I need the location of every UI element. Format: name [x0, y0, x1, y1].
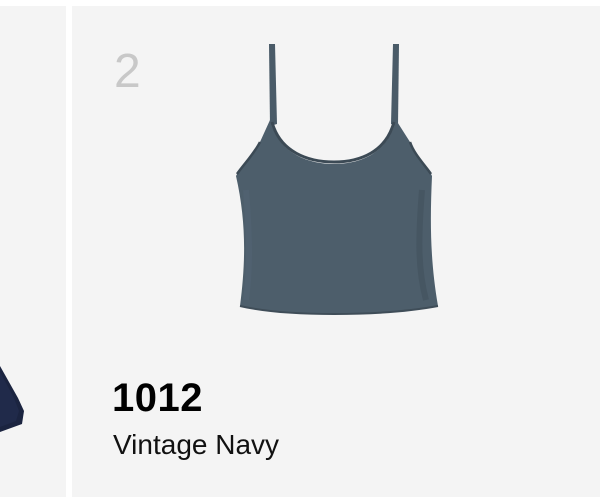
product-index-number: 2 — [114, 45, 141, 98]
previous-product-image — [0, 366, 24, 432]
tank-top-image — [235, 44, 439, 316]
previous-product-card[interactable] — [0, 6, 66, 497]
product-color-name: Vintage Navy — [113, 429, 280, 460]
product-code: 1012 — [112, 376, 203, 420]
product-card[interactable]: 2 1012 Vintage Navy — [72, 6, 600, 497]
